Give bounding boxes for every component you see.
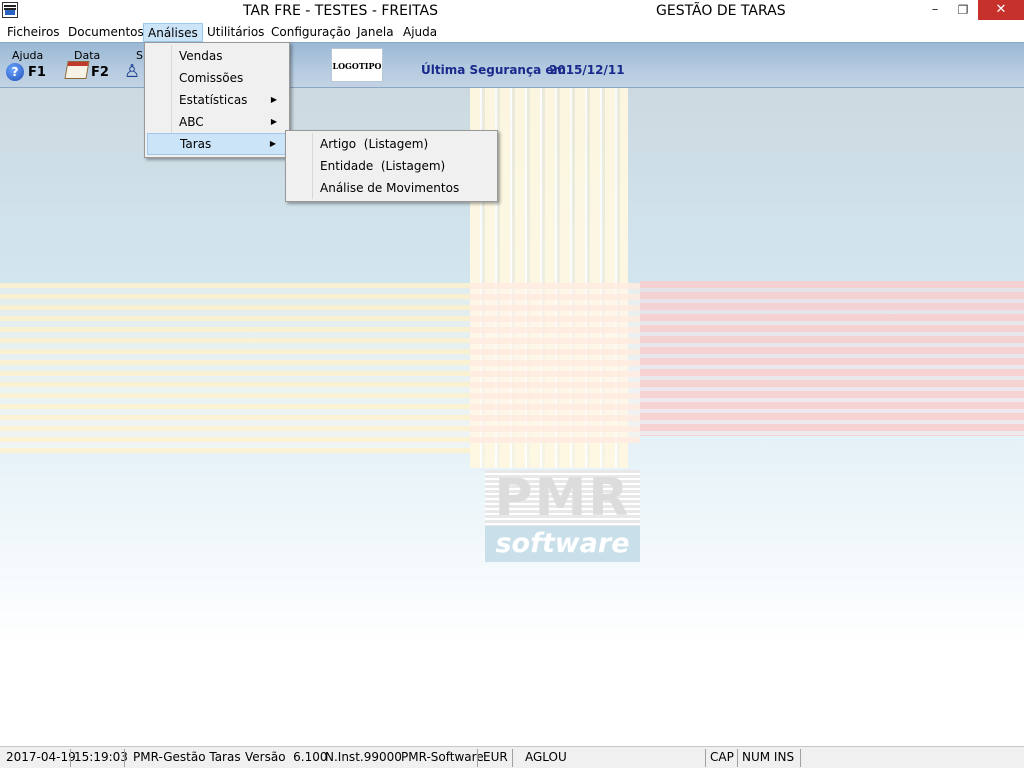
status-separator [70,749,71,767]
software-logo-text: software [485,526,640,562]
last-backup-label: Última Segurança em [421,63,566,77]
menu-item-abc-label: ABC [179,115,204,129]
menu-bar: Ficheiros Documentos Análises Utilitário… [0,22,1024,42]
company-logo: LOGOTIPO [331,48,383,82]
help-label: Ajuda [12,49,44,62]
taras-submenu: Artigo (Listagem) Entidade (Listagem) An… [285,130,498,202]
menu-item-comissoes-label: Comissões [179,71,244,85]
menu-utilitarios[interactable]: Utilitários [203,23,268,42]
status-installation: N.Inst.99000 [325,750,402,764]
menu-item-taras-label: Taras [180,137,212,151]
pmr-software-logo: PMR software [485,470,640,562]
menu-documentos[interactable]: Documentos [64,23,148,42]
status-date: 2017-04-19 [6,750,76,764]
date-button[interactable]: Data F2 [64,47,114,85]
status-separator [512,749,513,767]
status-user: AGLOU [525,750,567,764]
status-currency: EUR [483,750,508,764]
submenu-item-analise-movimentos[interactable]: Análise de Movimentos [288,177,495,199]
menu-configuracao[interactable]: Configuração [267,23,355,42]
status-separator [800,749,801,767]
menu-janela[interactable]: Janela [353,23,398,42]
status-version: Versão 6.100 [245,750,328,764]
menu-item-estatisticas-label: Estatísticas [179,93,248,107]
calendar-icon [64,61,90,79]
status-separator [705,749,706,767]
minimize-button[interactable]: – [920,0,950,20]
decorative-stripes-center [470,283,640,443]
status-bar: 2017-04-19 15:19:03 PMR-Gestão Taras Ver… [0,746,1024,768]
app-icon[interactable] [2,2,18,18]
desktop-background: PMR software [0,88,1024,746]
help-button[interactable]: Ajuda ? F1 [4,47,54,85]
menu-item-comissoes[interactable]: Comissões [147,67,287,89]
close-button[interactable]: ✕ [978,0,1024,20]
menu-analises[interactable]: Análises [143,23,203,42]
submenu-item-entidade-label: Entidade (Listagem) [320,159,446,173]
status-vendor: PMR-Software [401,750,484,764]
menu-item-taras[interactable]: Taras ▶ [147,133,287,155]
last-backup-date: 2015/12/11 [549,63,625,77]
status-separator [477,749,478,767]
submenu-item-analise-movimentos-label: Análise de Movimentos [320,181,460,195]
status-app-name: PMR-Gestão Taras [133,750,241,764]
decorative-stripes-right [640,281,1024,436]
status-num-ins: NUM INS [742,750,795,764]
menu-item-estatisticas[interactable]: Estatísticas ▶ [147,89,287,111]
menu-item-vendas[interactable]: Vendas [147,45,287,67]
menu-item-abc[interactable]: ABC ▶ [147,111,287,133]
analises-dropdown-menu: Vendas Comissões Estatísticas ▶ ABC ▶ Ta… [144,42,290,158]
menu-ficheiros[interactable]: Ficheiros [3,23,64,42]
submenu-arrow-icon: ▶ [270,95,277,104]
help-key: F1 [28,65,46,80]
help-icon: ? [6,63,24,81]
menu-ajuda[interactable]: Ajuda [399,23,441,42]
status-separator [124,749,125,767]
status-separator [737,749,738,767]
person-icon: ♙ [124,61,141,82]
status-caps: CAP [710,750,734,764]
window-title: TAR FRE - TESTES - FREITAS [243,3,439,19]
menu-item-vendas-label: Vendas [179,49,223,63]
submenu-item-artigo[interactable]: Artigo (Listagem) [288,133,495,155]
window-subtitle: GESTÃO DE TARAS [656,3,786,19]
decorative-stripes-left [0,283,480,453]
date-key: F2 [91,65,109,80]
submenu-arrow-icon: ▶ [270,117,277,126]
submenu-item-artigo-label: Artigo (Listagem) [320,137,429,151]
title-bar: TAR FRE - TESTES - FREITAS GESTÃO DE TAR… [0,0,1024,22]
status-time: 15:19:03 [74,750,128,764]
restore-button[interactable]: ❐ [950,0,976,20]
pmr-logo-text: PMR [485,470,640,526]
submenu-arrow-icon: ▶ [269,139,276,148]
submenu-item-entidade[interactable]: Entidade (Listagem) [288,155,495,177]
